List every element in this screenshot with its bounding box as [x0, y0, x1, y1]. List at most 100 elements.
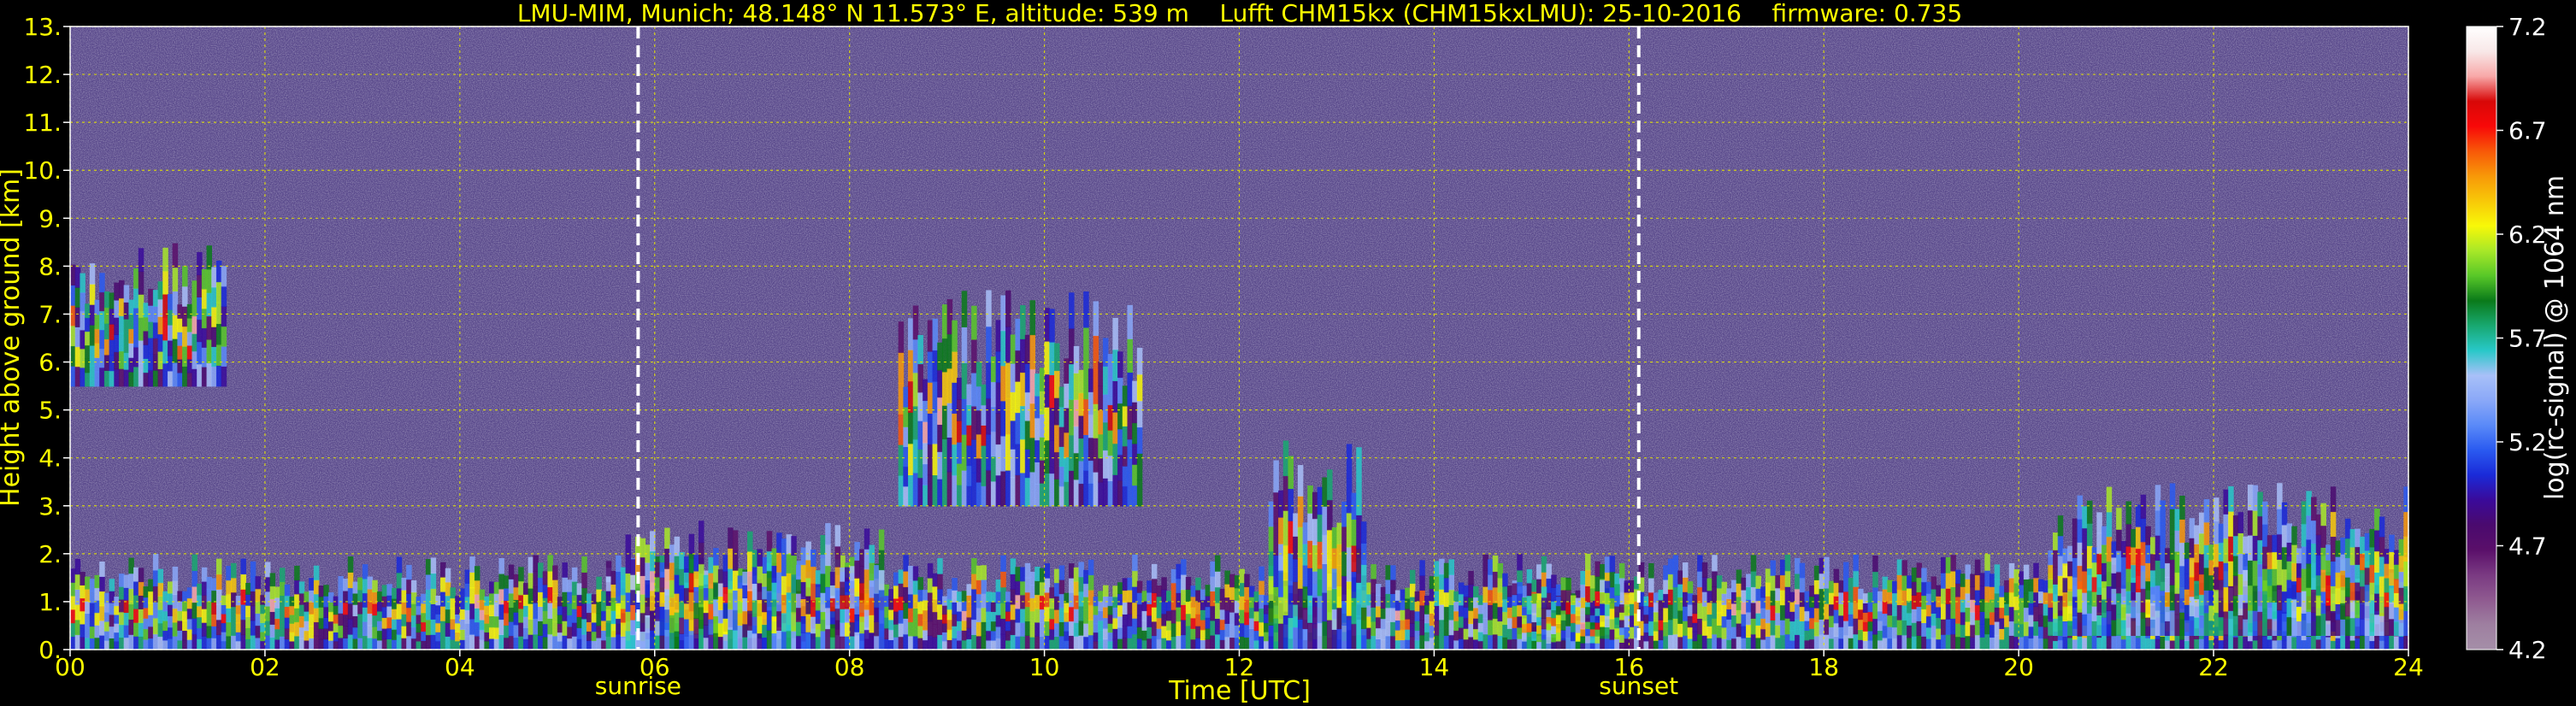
feature-cell [927, 635, 934, 650]
feature-cell [1974, 634, 1981, 650]
feature-cell [1716, 575, 1723, 589]
feature-cell [1302, 585, 1309, 609]
feature-cell [542, 597, 549, 611]
feature-cell [1921, 609, 1927, 623]
feature-cell [869, 562, 875, 581]
feature-cell [2393, 635, 2400, 650]
feature-cell [1945, 618, 1952, 635]
feature-cell [1663, 565, 1669, 580]
feature-cell [201, 308, 208, 329]
feature-cell [1833, 582, 1840, 597]
feature-cell [1989, 637, 1995, 650]
feature-cell [576, 616, 583, 628]
feature-cell [1667, 574, 1674, 590]
feature-cell [1073, 635, 1080, 650]
feature-cell [1414, 610, 1421, 621]
feature-cell [138, 248, 144, 272]
ceilometer-chart: LMU-MIM, Munich; 48.148° N 11.573° E, al… [0, 0, 2570, 706]
feature-cell [1000, 586, 1006, 603]
feature-cell [2120, 638, 2127, 650]
feature-cell [1585, 628, 1591, 637]
feature-cell [1248, 585, 1255, 597]
feature-cell [2155, 509, 2161, 536]
feature-cell [1288, 521, 1294, 554]
feature-cell [157, 596, 164, 610]
feature-cell [2379, 640, 2385, 650]
feature-cell [2043, 603, 2049, 616]
feature-cell [571, 608, 578, 623]
feature-cell [1443, 621, 1450, 636]
feature-cell [864, 528, 870, 550]
feature-cell [952, 382, 958, 415]
feature-cell [2360, 634, 2366, 650]
feature-cell [304, 601, 309, 612]
feature-cell [2150, 585, 2156, 603]
feature-cell [1112, 443, 1118, 475]
feature-cell [74, 327, 81, 348]
feature-cell [1775, 637, 1781, 650]
feature-cell [85, 637, 91, 650]
feature-cell [976, 409, 982, 435]
feature-cell [1473, 597, 1479, 609]
feature-cell [1010, 448, 1017, 479]
feature-cell [327, 621, 334, 632]
feature-cell [464, 583, 471, 597]
feature-cell [172, 338, 179, 363]
feature-cell [1405, 628, 1411, 640]
feature-cell [362, 635, 368, 650]
feature-cell [1083, 569, 1089, 585]
feature-cell [917, 391, 923, 421]
feature-cell [923, 629, 928, 641]
feature-cell [425, 559, 432, 575]
feature-cell [1521, 640, 1528, 650]
feature-cell [1546, 592, 1552, 608]
feature-cell [1268, 501, 1275, 527]
feature-cell [109, 292, 115, 309]
feature-cell [1848, 578, 1854, 591]
feature-cell [990, 602, 997, 613]
feature-cell [231, 591, 237, 608]
feature-cell [941, 596, 948, 606]
feature-cell [1053, 343, 1060, 372]
feature-cell [1127, 438, 1133, 474]
feature-cell [498, 634, 504, 650]
feature-cell [2160, 545, 2166, 569]
feature-cell [186, 638, 193, 650]
feature-cell [469, 618, 475, 635]
feature-cell [1882, 625, 1889, 638]
feature-cell [2364, 601, 2371, 620]
feature-cell [1989, 574, 1995, 587]
feature-cell [1215, 633, 1221, 650]
feature-cell [1127, 613, 1133, 627]
feature-cell [2252, 609, 2259, 636]
feature-cell [1078, 620, 1084, 636]
feature-cell [347, 603, 354, 620]
feature-cell [2033, 635, 2039, 650]
feature-cell [645, 580, 651, 598]
feature-cell [1259, 635, 1264, 650]
feature-cell [1911, 568, 1918, 582]
feature-cell [2247, 609, 2254, 636]
feature-cell [878, 589, 885, 610]
feature-cell [1147, 580, 1152, 593]
feature-cell [2116, 508, 2122, 530]
feature-cell [148, 289, 154, 306]
feature-cell [1648, 562, 1654, 579]
feature-cell [280, 636, 286, 650]
feature-cell [148, 369, 154, 387]
feature-cell [674, 592, 681, 613]
feature-cell [586, 612, 592, 623]
feature-cell [2228, 633, 2234, 650]
feature-cell [2277, 508, 2283, 535]
feature-cell [2125, 523, 2132, 547]
feature-cell [323, 627, 329, 640]
feature-cell [201, 567, 208, 582]
feature-cell [182, 326, 188, 347]
feature-cell [1521, 623, 1528, 633]
y-tick-label: 11. [23, 109, 62, 137]
feature-cell [410, 638, 417, 650]
feature-cell [143, 303, 149, 318]
feature-cell [1282, 615, 1289, 650]
feature-cell [372, 638, 378, 650]
feature-cell [1035, 483, 1040, 507]
